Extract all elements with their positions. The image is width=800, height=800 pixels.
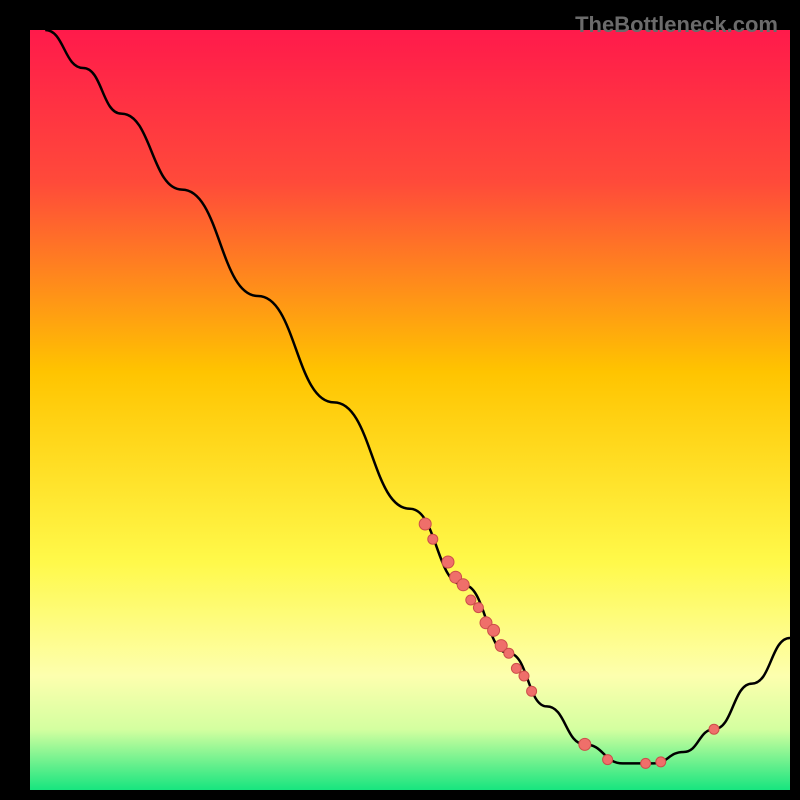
data-point	[419, 518, 431, 530]
data-point	[603, 755, 613, 765]
bottleneck-chart	[30, 30, 790, 790]
data-point	[457, 579, 469, 591]
data-point	[656, 757, 666, 767]
data-point	[442, 556, 454, 568]
data-point	[473, 603, 483, 613]
data-point	[519, 671, 529, 681]
data-point	[579, 738, 591, 750]
chart-background	[30, 30, 790, 790]
data-point	[504, 648, 514, 658]
data-point	[428, 534, 438, 544]
data-point	[511, 663, 521, 673]
data-point	[488, 624, 500, 636]
data-point	[709, 724, 719, 734]
chart-frame: TheBottleneck.com	[10, 10, 790, 790]
data-point	[641, 758, 651, 768]
watermark-text: TheBottleneck.com	[575, 12, 778, 38]
data-point	[466, 595, 476, 605]
data-point	[527, 686, 537, 696]
